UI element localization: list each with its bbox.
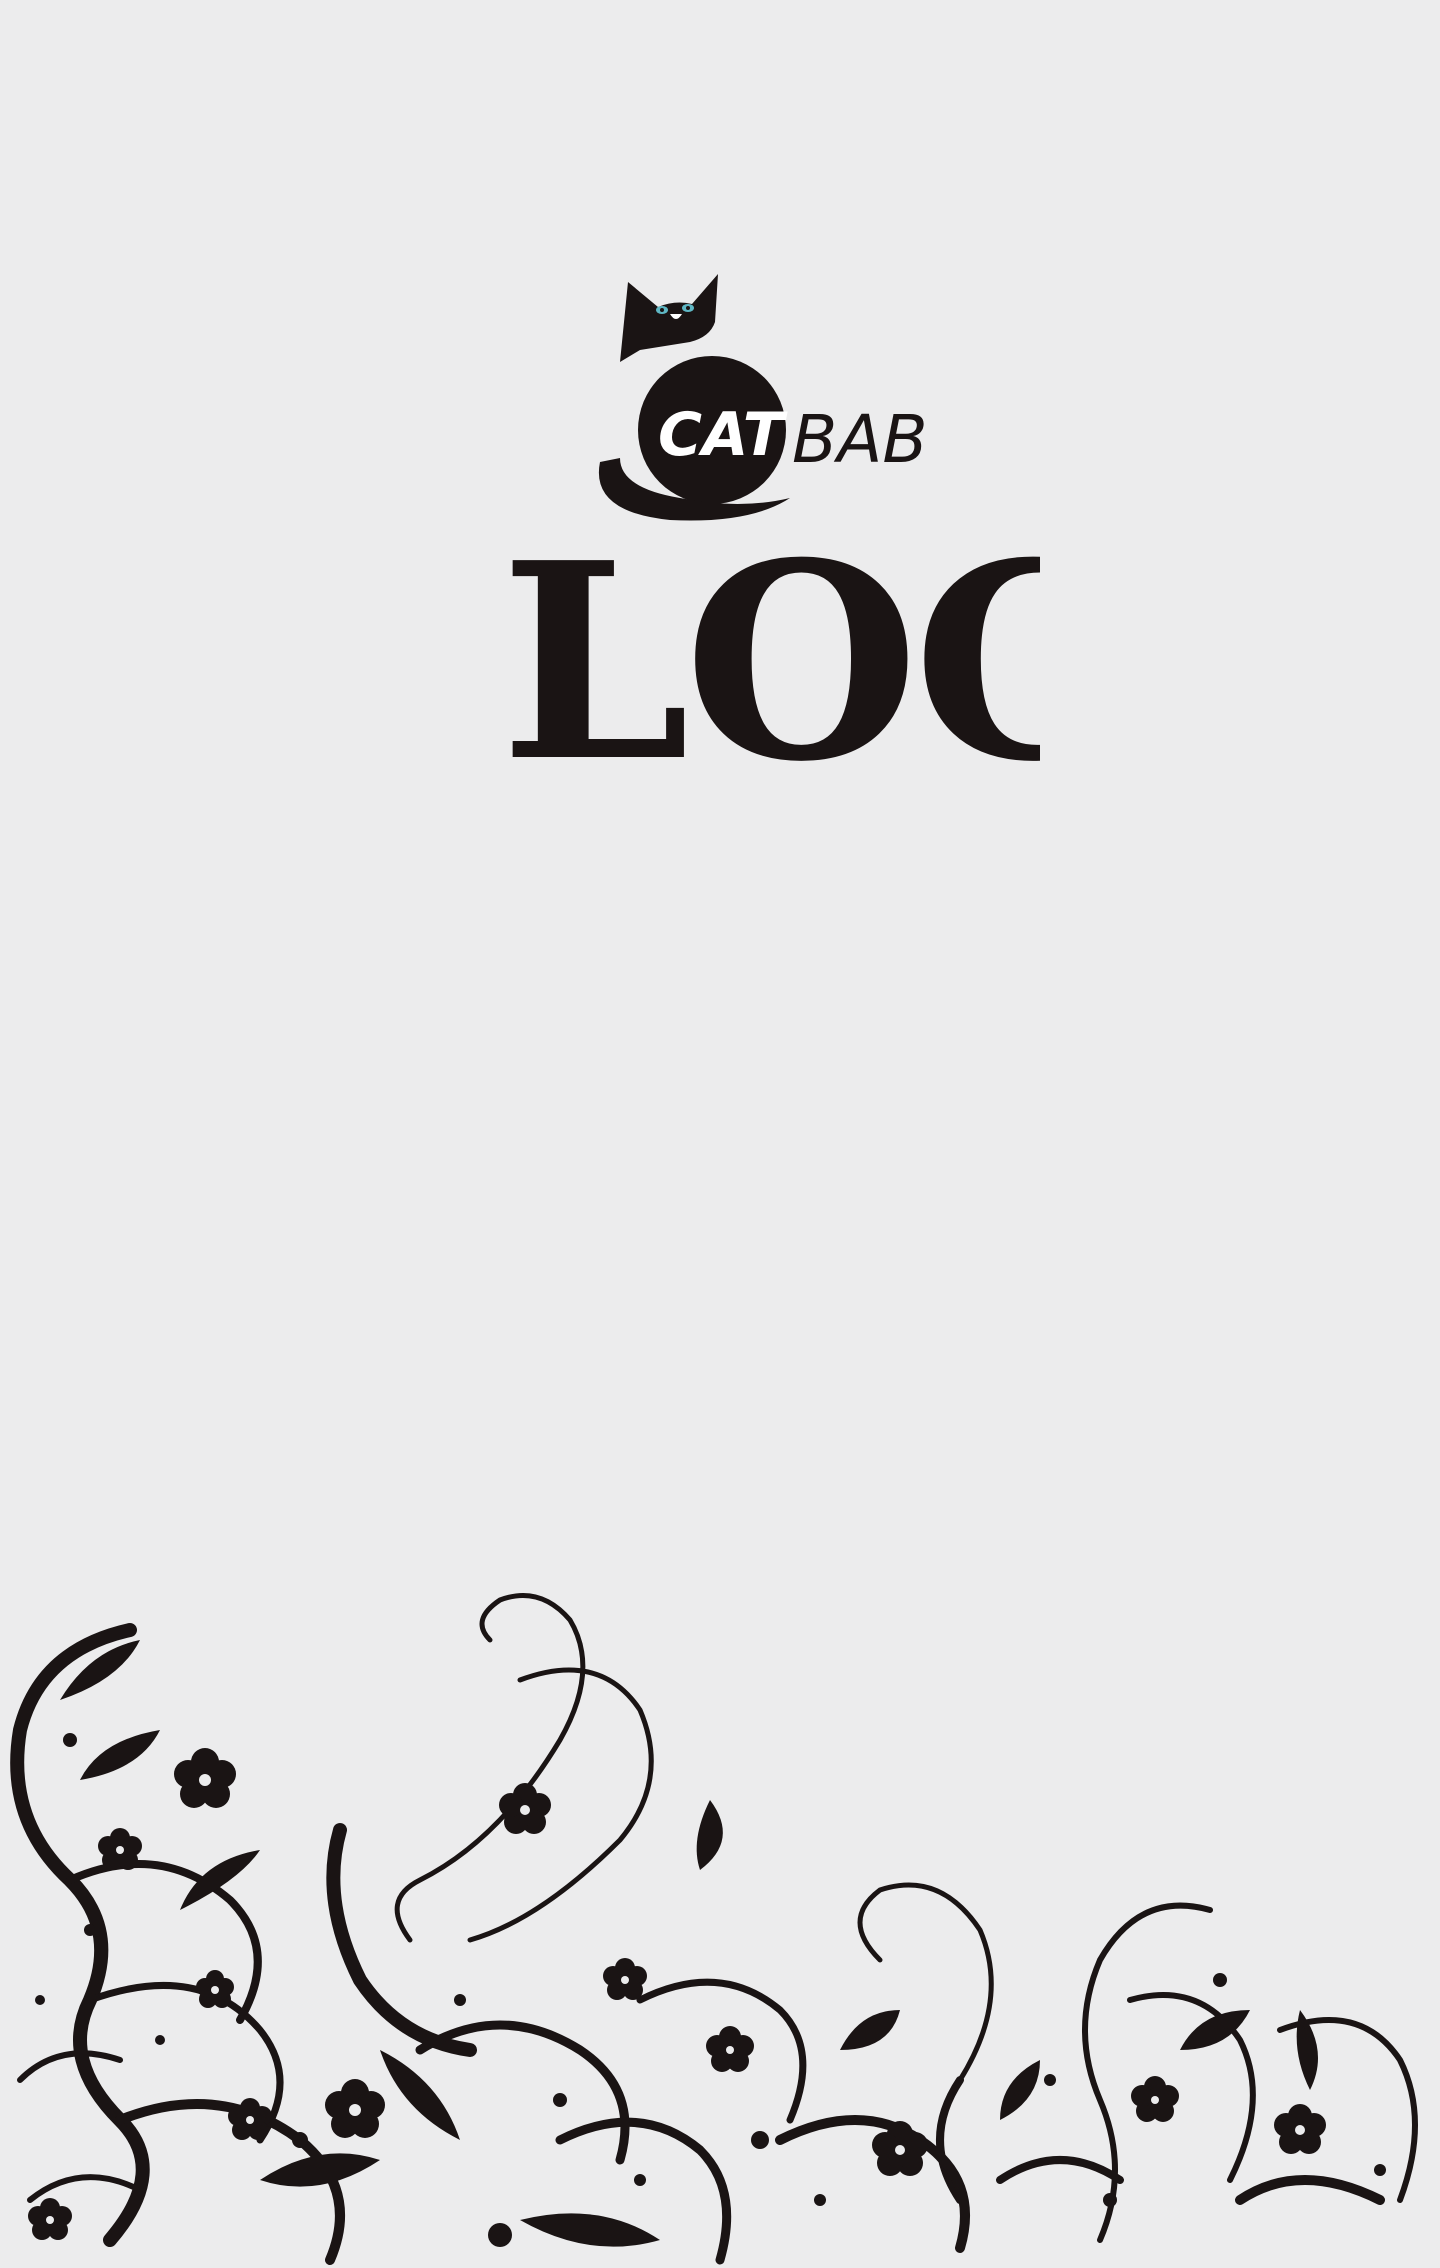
logo-text-bab: BAB — [792, 401, 928, 478]
login-screen: CAT BAB LOGIN — [0, 0, 1440, 2268]
floral-ornament-icon — [0, 1580, 1440, 2268]
page-title: LOGIN — [480, 492, 1040, 812]
catbab-logo: CAT BAB — [580, 262, 950, 522]
cat-icon: CAT BAB — [598, 274, 928, 521]
page-title-text: LOGIN — [500, 503, 1040, 812]
logo-text-cat: CAT — [658, 400, 788, 470]
